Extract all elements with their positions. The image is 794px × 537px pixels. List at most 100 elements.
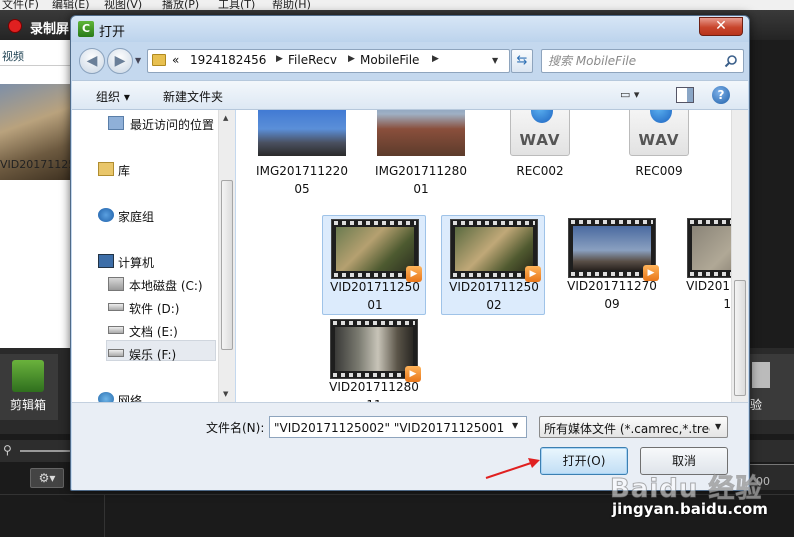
filename-input[interactable]: [274, 420, 504, 436]
help-button[interactable]: ?: [712, 86, 730, 104]
file-scroll-thumb[interactable]: [734, 280, 746, 396]
nav-item-drive-f[interactable]: 娱乐 (F:): [108, 344, 235, 364]
file-tile[interactable]: IMG201711280 01: [369, 110, 473, 196]
search-icon[interactable]: [724, 54, 738, 68]
breadcrumb-item[interactable]: 1924182456: [190, 53, 266, 67]
recent-pages-dropdown[interactable]: ▼: [135, 56, 141, 65]
scroll-down-icon[interactable]: ▼: [223, 390, 228, 398]
dialog-titlebar[interactable]: C 打开 ✕: [71, 16, 749, 42]
bg-tool-icon: [752, 362, 770, 388]
clip-bin-label: 剪辑箱: [10, 398, 47, 412]
file-tile-selected[interactable]: ▶ VID201711250 02: [441, 215, 545, 315]
chevron-right-icon[interactable]: ▶: [432, 54, 439, 64]
filename-label: 文件名(N):: [206, 421, 265, 435]
audio-thumbnail: WAV: [496, 110, 584, 156]
dialog-title: 打开: [99, 25, 126, 40]
bg-menu-edit: 编辑(E): [52, 0, 90, 10]
bg-menu-file: 文件(F): [2, 0, 39, 10]
audio-thumbnail: WAV: [615, 110, 703, 156]
file-name: REC002: [516, 164, 564, 178]
red-arrow-annotation: [485, 458, 540, 479]
command-bar: 组织 ▾ 新建文件夹 ▭ ▾ ?: [72, 80, 748, 110]
nav-scroll-thumb[interactable]: [221, 180, 233, 350]
scroll-up-icon[interactable]: ▲: [223, 114, 228, 122]
wav-file-icon: WAV: [510, 110, 570, 156]
gear-icon: ⚙▾: [30, 468, 64, 488]
zoom-icon: ⚲: [3, 443, 12, 457]
nav-item-recent[interactable]: 最近访问的位置: [108, 114, 235, 134]
clip-bin-button: 剪辑箱: [0, 354, 58, 420]
nav-item-libraries[interactable]: 库: [98, 160, 235, 180]
file-list-scrollbar[interactable]: [731, 110, 748, 402]
file-name: VID201711270 09: [567, 279, 657, 311]
drive-icon: [108, 303, 124, 311]
file-type-select[interactable]: 所有媒体文件 (*.camrec,*.trec ▼: [539, 416, 728, 438]
computer-icon: [98, 254, 114, 268]
nav-item-network[interactable]: 网络: [98, 390, 235, 402]
file-list: IMG201711220 05 IMG201711280 01 WAV REC002…: [236, 110, 748, 402]
nav-item-label: 网络: [118, 394, 143, 402]
navigation-pane: 最近访问的位置 库 家庭组 计算机 本地磁盘 (C:) 软件 (D:) 文档 (…: [72, 110, 235, 402]
bg-right-tool-label: 验: [750, 398, 763, 412]
drive-icon: [108, 349, 124, 357]
bg-menu-help: 帮助(H): [272, 0, 311, 10]
chevron-right-icon[interactable]: ▶: [348, 54, 355, 64]
search-box[interactable]: [541, 49, 744, 73]
address-bar[interactable]: « 1924182456 ▶ FileRecv ▶ MobileFile ▶ ▼: [147, 49, 510, 73]
refresh-button[interactable]: ⇆: [511, 49, 533, 73]
file-name: IMG201711220 05: [256, 164, 348, 196]
bg-menu-tools: 工具(T): [218, 0, 256, 10]
nav-item-homegroup[interactable]: 家庭组: [98, 206, 235, 226]
image-thumbnail: [258, 110, 346, 156]
nav-item-drive-c[interactable]: 本地磁盘 (C:): [108, 275, 235, 295]
background-menubar: 文件(F) 编辑(E) 视图(V) 播放(P) 工具(T) 帮助(H): [0, 0, 794, 10]
nav-item-computer[interactable]: 计算机: [98, 252, 235, 272]
video-thumbnail: ▶: [330, 319, 421, 382]
nav-item-label: 计算机: [118, 256, 155, 270]
nav-item-label: 库: [118, 164, 131, 178]
nav-item-drive-e[interactable]: 文档 (E:): [108, 321, 235, 341]
file-tile[interactable]: ▶ VID201711270 09: [560, 215, 664, 315]
recent-places-icon: [108, 116, 124, 130]
file-name: VID201711250 02: [449, 280, 539, 312]
file-tile[interactable]: IMG201711220 05: [250, 110, 354, 196]
nav-item-label: 最近访问的位置: [130, 118, 215, 132]
file-tile[interactable]: WAV REC002: [488, 110, 592, 182]
drive-icon: [108, 326, 124, 334]
organize-menu[interactable]: 组织 ▾: [96, 88, 130, 105]
new-folder-button[interactable]: 新建文件夹: [163, 88, 223, 105]
preview-pane-icon[interactable]: [676, 87, 694, 103]
filename-field[interactable]: ▼: [269, 416, 527, 438]
nav-item-drive-d[interactable]: 软件 (D:): [108, 298, 235, 318]
close-button[interactable]: ✕: [699, 17, 743, 36]
nav-item-label: 娱乐 (F:): [129, 348, 177, 362]
forward-button[interactable]: ▶: [107, 48, 133, 74]
address-row: ◀ ▶ ▼ « 1924182456 ▶ FileRecv ▶ MobileFi…: [71, 42, 749, 80]
address-dropdown[interactable]: ▼: [492, 56, 498, 65]
chevron-down-icon[interactable]: ▼: [512, 421, 518, 430]
breadcrumb-overflow[interactable]: «: [172, 53, 179, 67]
nav-item-label: 软件 (D:): [129, 302, 180, 316]
background-clip-panel: 视频 VID20171125: [0, 40, 75, 348]
back-button[interactable]: ◀: [79, 48, 105, 74]
file-tile[interactable]: ▶ VID20171128011: [322, 316, 426, 402]
chevron-right-icon[interactable]: ▶: [276, 54, 283, 64]
file-tile-selected[interactable]: ▶ VID201711250 01: [322, 215, 426, 315]
nav-scrollbar[interactable]: ▲ ▼: [218, 110, 235, 402]
search-input[interactable]: [548, 53, 718, 69]
bg-right-tool: 验: [748, 354, 794, 420]
music-note-icon: [531, 110, 553, 123]
chevron-down-icon[interactable]: ▼: [715, 422, 721, 431]
file-name: VID201711250 01: [330, 280, 420, 312]
video-thumbnail: ▶: [450, 219, 541, 282]
folder-icon: [152, 54, 166, 66]
film-icon: [12, 360, 44, 392]
video-thumbnail: ▶: [331, 219, 422, 282]
breadcrumb-item[interactable]: FileRecv: [288, 53, 337, 67]
open-file-dialog: C 打开 ✕ ◀ ▶ ▼ « 1924182456 ▶ FileRecv ▶ M…: [70, 15, 750, 491]
breadcrumb-item[interactable]: MobileFile: [360, 53, 419, 67]
file-tile[interactable]: WAV REC009: [607, 110, 711, 182]
change-view-button[interactable]: ▭ ▾: [620, 88, 658, 104]
drive-icon: [108, 277, 124, 291]
watermark-url: jingyan.baidu.com: [612, 500, 768, 518]
